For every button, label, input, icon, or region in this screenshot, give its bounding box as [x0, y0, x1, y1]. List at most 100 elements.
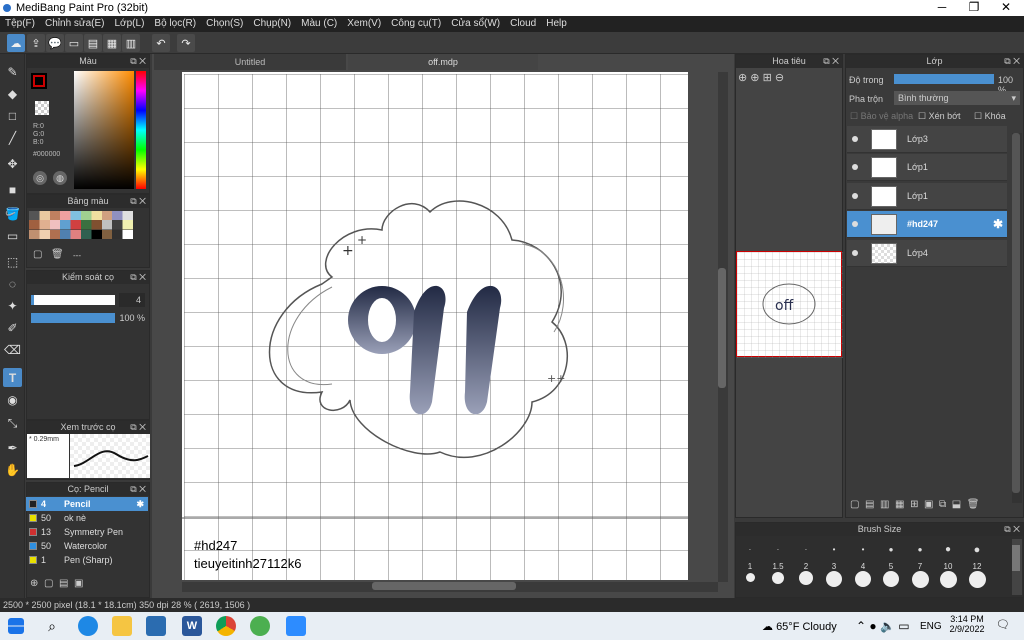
brush-size-5[interactable]: ● 5: [881, 538, 901, 587]
brush-opacity-slider[interactable]: [31, 313, 115, 323]
zoom-fit-icon[interactable]: ⊕: [738, 72, 747, 84]
zoom-out-icon[interactable]: ⊖: [775, 72, 784, 84]
word-icon[interactable]: W: [182, 616, 202, 636]
brush-size-7[interactable]: ● 7: [910, 538, 930, 588]
lock-checkbox[interactable]: ☐ Khóa: [974, 111, 1006, 122]
fill-rect-tool-icon[interactable]: ■: [3, 180, 22, 199]
add-layer-menu-icon[interactable]: ⊞: [910, 499, 918, 510]
menu-help[interactable]: Help: [541, 16, 572, 32]
palette-add-icon[interactable]: ▢: [33, 249, 42, 260]
menu-snap[interactable]: Chụp(N): [248, 16, 296, 32]
color-wheel-icon[interactable]: ◎: [33, 171, 47, 185]
new-8bit-layer-icon[interactable]: ▦: [895, 499, 904, 510]
brush-add-icon[interactable]: ⊕: [30, 578, 38, 589]
comment-icon[interactable]: 💬: [46, 34, 64, 52]
chat-icon[interactable]: ▭: [65, 34, 83, 52]
brush-import-icon[interactable]: ▤: [59, 578, 68, 589]
navigator-preview[interactable]: off: [736, 251, 843, 358]
drawing-canvas[interactable]: + + ++ #hd247 tieuyeitinh27112k6: [182, 72, 688, 580]
new-1bit-layer-icon[interactable]: ▥: [880, 499, 889, 510]
visibility-icon[interactable]: [852, 164, 858, 170]
menu-filter[interactable]: Bộ lọc(R): [149, 16, 201, 32]
panel-close-icon[interactable]: ⧉ ✕: [1004, 523, 1020, 536]
select-tool-icon[interactable]: ⬚: [3, 252, 22, 271]
maximize-button[interactable]: ❐: [958, 0, 990, 16]
visibility-icon[interactable]: [852, 250, 858, 256]
brush-item-pencil[interactable]: 4 Pencil ✱: [26, 497, 148, 511]
move-tool-icon[interactable]: ✥: [3, 154, 22, 173]
duplicate-layer-icon[interactable]: ⧉: [939, 499, 946, 510]
layer-opacity-slider[interactable]: [894, 74, 994, 84]
clock[interactable]: 3:14 PM 2/9/2022: [948, 614, 986, 634]
menu-cloud[interactable]: Cloud: [505, 16, 541, 32]
windows-start-icon[interactable]: [8, 618, 24, 634]
file-explorer-icon[interactable]: [112, 616, 132, 636]
new-halftone-layer-icon[interactable]: ▤: [865, 499, 874, 510]
protect-alpha-checkbox[interactable]: ☐ Bảo vệ alpha: [850, 111, 913, 122]
secondary-color-swatch[interactable]: [35, 101, 49, 115]
panel-close-icon[interactable]: ⧉ ✕: [130, 421, 146, 434]
pen-tool-icon[interactable]: ✒: [3, 438, 22, 457]
redo-button[interactable]: ↷: [177, 34, 195, 52]
brush-item-pen-sharp[interactable]: 1 Pen (Sharp): [26, 553, 148, 567]
zoom-in-icon[interactable]: ⊕: [750, 72, 759, 84]
medibang-icon[interactable]: [250, 616, 270, 636]
dropper-tool-icon[interactable]: ⤡: [3, 414, 22, 433]
layer-row-selected[interactable]: #hd247 ✱: [847, 211, 1007, 238]
brush-size-3[interactable]: • 3: [824, 538, 844, 587]
layer-row[interactable]: Lớp1: [847, 154, 1007, 181]
panel-close-icon[interactable]: ⧉ ✕: [823, 55, 839, 68]
line-tool-icon[interactable]: ╱: [3, 128, 22, 147]
brush-size-2[interactable]: · 2: [796, 538, 816, 585]
gear-icon[interactable]: ✱: [136, 497, 144, 511]
menu-select[interactable]: Chọn(S): [201, 16, 248, 32]
bucket-tool-icon[interactable]: 🪣: [3, 204, 22, 223]
menu-color[interactable]: Màu (C): [296, 16, 342, 32]
tab-untitled[interactable]: Untitled: [154, 54, 346, 70]
primary-color-swatch[interactable]: [31, 73, 47, 89]
menu-tools[interactable]: Công cụ(T): [386, 16, 446, 32]
panel-close-icon[interactable]: ⧉ ✕: [1004, 55, 1020, 68]
brush-size-scrollbar[interactable]: [1012, 539, 1022, 595]
brush-item-symmetry-pen[interactable]: 13 Symmetry Pen: [26, 525, 148, 539]
menu-view[interactable]: Xem(V): [342, 16, 386, 32]
brush-tool-icon[interactable]: ✎: [3, 62, 22, 81]
panel-close-icon[interactable]: ⧉ ✕: [130, 195, 146, 208]
store-icon[interactable]: [146, 616, 166, 636]
brush-size-10[interactable]: ● 10: [938, 538, 958, 588]
visibility-icon[interactable]: [852, 221, 858, 227]
menu-window[interactable]: Cửa sổ(W): [446, 16, 505, 32]
hue-slider[interactable]: [136, 71, 146, 189]
visibility-icon[interactable]: [852, 193, 858, 199]
palette-more[interactable]: ---: [73, 251, 81, 260]
horizontal-scrollbar[interactable]: [182, 582, 718, 592]
blend-select[interactable]: Bình thường ▾: [894, 91, 1020, 105]
panel-close-icon[interactable]: ⧉ ✕: [130, 55, 146, 68]
layer-scrollbar[interactable]: [1012, 133, 1022, 503]
new-layer-icon[interactable]: ▢: [850, 499, 859, 510]
layer-row[interactable]: Lớp1: [847, 183, 1007, 210]
layer-row[interactable]: Lớp4: [847, 240, 1007, 267]
tray-icons[interactable]: ⌃ ● 🔈 ▭: [856, 619, 910, 633]
brush-size-value[interactable]: 4: [119, 293, 145, 307]
merge-layer-icon[interactable]: ⬓: [952, 499, 961, 510]
brush-size-slider[interactable]: [31, 295, 115, 305]
select-eraser-icon[interactable]: ⌫: [3, 340, 22, 359]
delete-layer-icon[interactable]: 🗑: [967, 499, 980, 510]
vertical-scrollbar[interactable]: [718, 72, 728, 582]
visibility-icon[interactable]: [852, 136, 858, 142]
lasso-tool-icon[interactable]: ◌: [3, 274, 22, 293]
brush-size-4[interactable]: • 4: [853, 538, 873, 587]
brush-item-watercolor[interactable]: 50 Watercolor: [26, 539, 148, 553]
zoom-app-icon[interactable]: [286, 616, 306, 636]
notification-icon[interactable]: 🗨: [996, 618, 1012, 634]
undo-button[interactable]: ↶: [152, 34, 170, 52]
operation-tool-icon[interactable]: ◉: [3, 390, 22, 409]
select-pen-icon[interactable]: ✐: [3, 318, 22, 337]
tab-off-mdp[interactable]: off.mdp: [348, 54, 538, 70]
clipping-checkbox[interactable]: ☐ Xén bớt: [918, 111, 961, 122]
panel-close-icon[interactable]: ⧉ ✕: [130, 483, 146, 496]
cloud-icon[interactable]: ☁: [7, 34, 25, 52]
layer-row[interactable]: Lớp3: [847, 126, 1007, 153]
language-indicator[interactable]: ENG: [920, 621, 942, 632]
